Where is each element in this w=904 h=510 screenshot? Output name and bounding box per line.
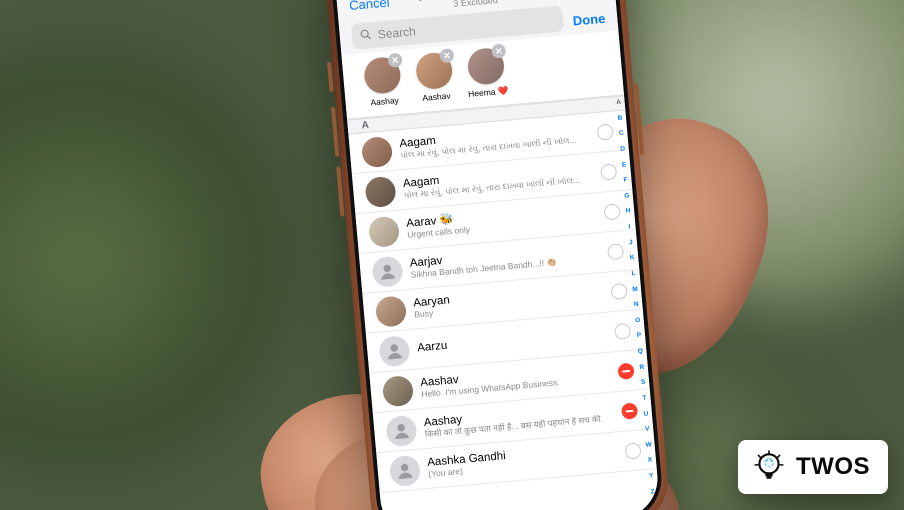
index-letter[interactable]: D	[620, 146, 625, 153]
index-letter[interactable]: L	[631, 271, 636, 278]
contact-name: Aarzu	[417, 326, 607, 356]
contact-text: Aarzu	[417, 326, 607, 356]
index-letter[interactable]: #	[652, 504, 656, 510]
index-letter[interactable]: T	[642, 395, 647, 402]
index-letter[interactable]: H	[626, 209, 631, 216]
index-letter[interactable]: X	[648, 458, 653, 465]
index-letter[interactable]: M	[632, 286, 638, 293]
avatar	[385, 414, 418, 447]
select-circle[interactable]	[603, 203, 620, 220]
brand-text: TWOS	[796, 453, 870, 481]
index-letter[interactable]: R	[639, 364, 644, 371]
contact-text: Aashka Gandhi(You are)	[427, 440, 618, 479]
index-letter[interactable]: K	[630, 255, 635, 262]
remove-chip-icon[interactable]: ✕	[439, 48, 454, 63]
remove-chip-icon[interactable]: ✕	[388, 53, 403, 68]
avatar: ✕	[415, 51, 454, 90]
contact-list[interactable]: A Aagamપોલ મા રેવું, પોલ મા રેવું, તારા …	[347, 95, 661, 510]
remove-icon[interactable]	[617, 362, 634, 379]
cancel-button[interactable]: Cancel	[348, 0, 390, 13]
avatar: ✕	[466, 47, 505, 86]
lightbulb-icon	[752, 450, 786, 484]
select-circle[interactable]	[596, 123, 613, 140]
select-circle[interactable]	[624, 442, 641, 459]
avatar	[368, 215, 401, 248]
index-letter[interactable]: E	[622, 162, 627, 169]
phone: 6:01	[322, 0, 671, 510]
search-icon	[359, 28, 372, 44]
avatar	[389, 454, 422, 487]
select-circle[interactable]	[614, 322, 631, 339]
select-circle[interactable]	[600, 163, 617, 180]
done-button[interactable]: Done	[572, 4, 606, 28]
avatar	[382, 374, 415, 407]
index-letter[interactable]: U	[643, 411, 648, 418]
index-letter[interactable]: I	[628, 224, 630, 231]
excluded-chip[interactable]: ✕ Aashay	[360, 56, 406, 109]
excluded-chip[interactable]: ✕ Heema ❤️	[464, 47, 510, 100]
select-circle[interactable]	[607, 243, 624, 260]
remove-icon[interactable]	[621, 402, 638, 419]
avatar	[361, 135, 394, 168]
chip-label: Aashay	[370, 95, 399, 107]
index-letter[interactable]: Z	[650, 489, 655, 496]
index-letter[interactable]: V	[645, 427, 650, 434]
avatar	[375, 295, 408, 328]
index-letter[interactable]: F	[623, 178, 628, 185]
avatar	[371, 255, 404, 288]
avatar: ✕	[363, 56, 402, 95]
index-letter[interactable]: J	[629, 240, 633, 247]
index-letter[interactable]: P	[637, 333, 642, 340]
remove-chip-icon[interactable]: ✕	[491, 44, 506, 59]
index-letter[interactable]: G	[624, 193, 630, 200]
avatar	[378, 335, 411, 368]
avatar	[364, 175, 397, 208]
index-letter[interactable]: C	[619, 131, 624, 138]
search-placeholder: Search	[377, 24, 416, 41]
excluded-chip[interactable]: ✕ Aashav	[412, 51, 458, 104]
index-letter[interactable]: S	[641, 380, 646, 387]
index-letter[interactable]: W	[645, 442, 652, 449]
index-letter[interactable]: N	[634, 302, 639, 309]
chip-label: Heema ❤️	[468, 85, 509, 99]
brand-badge: TWOS	[738, 440, 888, 494]
index-letter[interactable]: B	[617, 115, 622, 122]
index-letter[interactable]: O	[635, 318, 641, 325]
index-letter[interactable]: A	[616, 100, 621, 107]
select-circle[interactable]	[610, 282, 627, 299]
screen: 6:01	[333, 0, 660, 510]
chip-label: Aashav	[422, 91, 451, 103]
scene: 6:01	[0, 0, 904, 510]
index-letter[interactable]: Y	[649, 473, 654, 480]
index-letter[interactable]: Q	[638, 349, 644, 356]
